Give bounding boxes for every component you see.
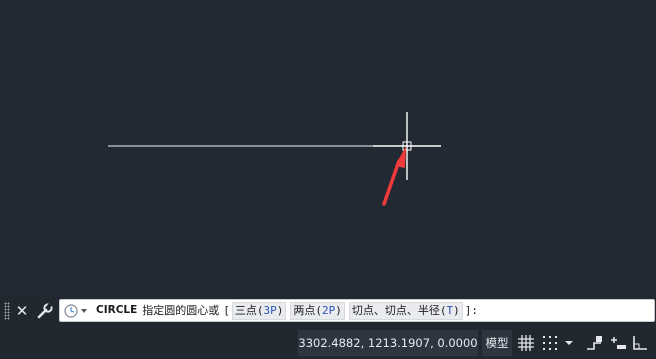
close-icon[interactable]: ✕ [14,301,30,321]
option-three-point[interactable]: 三点(3P) [231,301,287,320]
dropdown-icon[interactable] [562,333,576,353]
red-arrow-annotation [382,146,406,206]
option-two-point[interactable]: 两点(2P) [290,301,345,320]
command-line-bar: ✕ CIRCLE 指定圆的圆心或 [ 三点(3P) 两点(2P) 切点、切点、半… [0,296,656,326]
snap-icon[interactable] [540,333,560,353]
coordinate-readout[interactable]: 3302.4882, 1213.1907, 0.0000 [298,330,478,356]
status-bar: 3302.4882, 1213.1907, 0.0000 模型 [0,327,656,359]
command-prompt: 指定圆的圆心或 [142,304,220,317]
option-ttr[interactable]: 切点、切点、半径(T) [348,301,463,320]
command-input[interactable]: CIRCLE 指定圆的圆心或 [ 三点(3P) 两点(2P) 切点、切点、半径(… [59,299,655,322]
recent-commands-icon[interactable] [63,302,89,320]
drag-grip[interactable] [4,302,10,320]
wrench-icon[interactable] [36,302,54,320]
option-open-bracket: [ [223,304,230,317]
crosshair-cursor [373,112,441,180]
option-close-bracket: ]: [464,304,479,317]
infer-constraints-icon[interactable] [584,333,604,353]
drawing-canvas[interactable] [0,0,656,296]
model-tab[interactable]: 模型 [482,330,512,356]
dynamic-input-icon[interactable] [608,333,628,353]
command-name: CIRCLE [96,304,138,316]
ortho-icon[interactable] [630,333,650,353]
grid-icon[interactable] [516,333,536,353]
